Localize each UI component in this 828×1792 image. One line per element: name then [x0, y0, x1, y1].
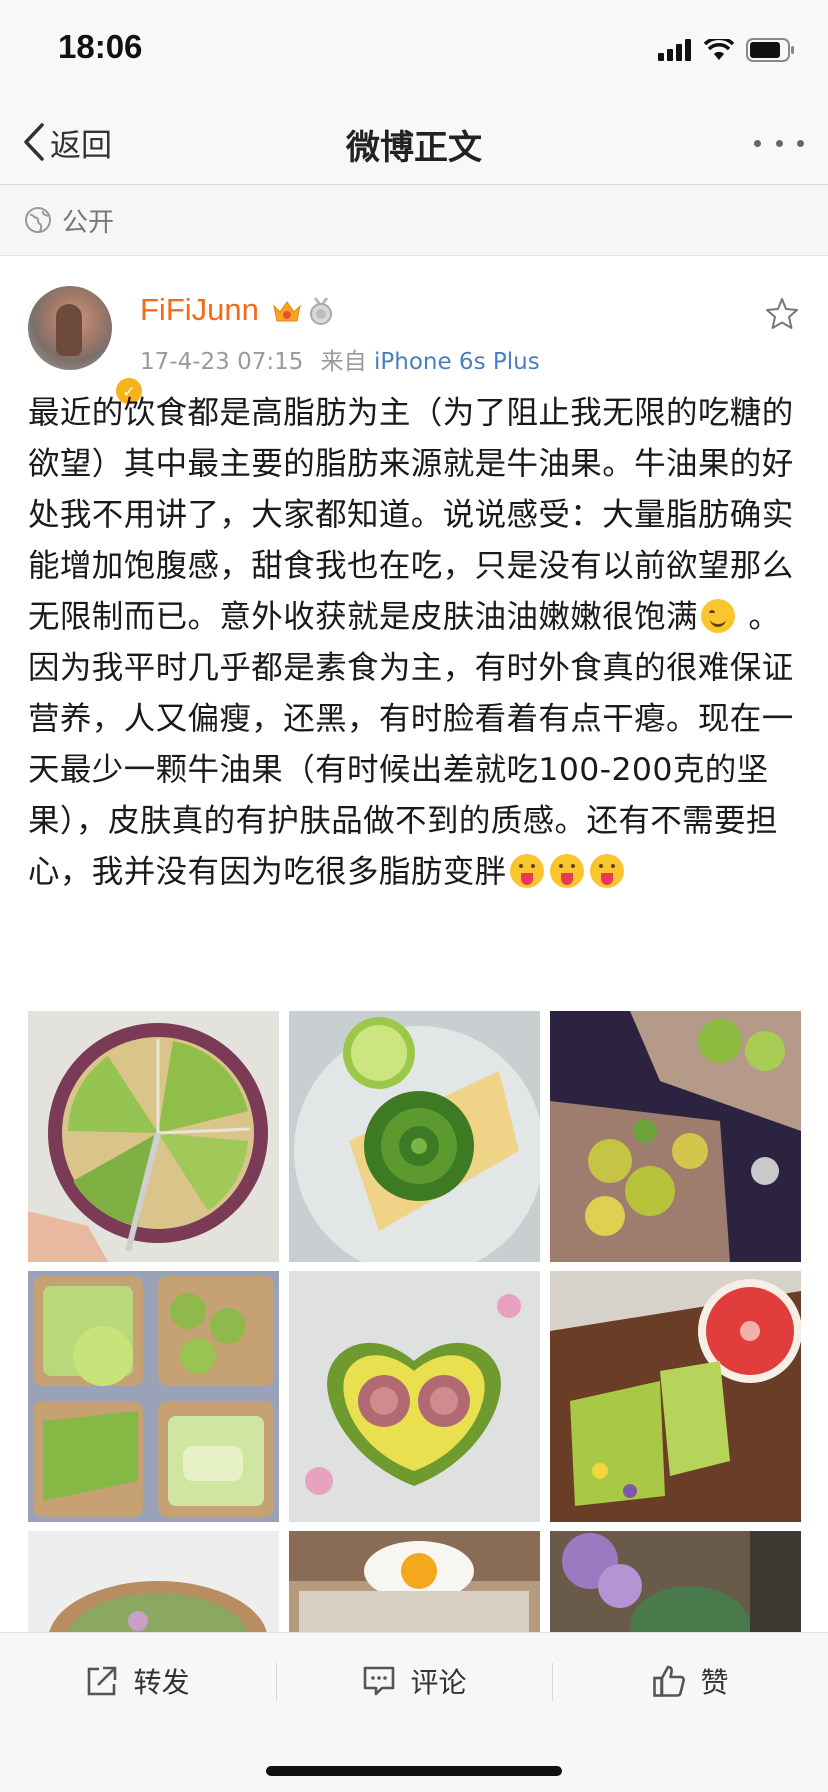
post-text-part2: 。因为我平时几乎都是素食为主，有时外食真的很难保证营养，人又偏瘦，还黑，有时脸看…: [28, 599, 794, 890]
photo-salad-toast[interactable]: [28, 1531, 279, 1632]
repost-button[interactable]: 转发: [0, 1633, 275, 1729]
like-button[interactable]: 赞: [553, 1633, 828, 1729]
status-time: 18:06: [58, 28, 143, 65]
avatar-figure-icon: [56, 304, 82, 356]
like-label: 赞: [700, 1666, 729, 1699]
post-text-part1: 最近的饮食都是高脂肪为主（为了阻止我无限的吃糖的欲望）其中最主要的脂肪来源就是牛…: [28, 395, 794, 635]
home-indicator-area: [0, 1728, 828, 1792]
crown-badge-icon: [273, 301, 301, 322]
post-source-prefix: 来自: [320, 349, 367, 375]
post-meta: 17-4-23 07:15 来自 iPhone 6s Plus: [140, 342, 540, 376]
more-dot-icon: [797, 139, 804, 147]
more-dot-icon: [775, 139, 783, 147]
visibility-label: 公开: [62, 207, 115, 238]
photo-avocado-rose-toast[interactable]: [289, 1011, 540, 1262]
post-body: 最近的饮食都是高脂肪为主（为了阻止我无限的吃糖的欲望）其中最主要的脂肪来源就是牛…: [28, 388, 806, 898]
cellular-signal-icon: [658, 39, 691, 61]
tongue-face-icon: [589, 854, 624, 888]
battery-icon: [746, 38, 794, 62]
comment-icon: [364, 1666, 395, 1696]
action-bar: 转发 评论 赞: [0, 1632, 828, 1729]
favorite-star-icon[interactable]: [764, 296, 800, 332]
photo-avocado-toast-board[interactable]: [28, 1271, 279, 1522]
username[interactable]: FiFiJunn: [140, 292, 259, 328]
more-options-button[interactable]: [754, 136, 804, 150]
home-indicator[interactable]: [266, 1766, 562, 1776]
post-timestamp: 17-4-23 07:15: [140, 349, 304, 375]
photo-flower-bowl[interactable]: [550, 1531, 801, 1632]
thumbs-up-icon: [653, 1665, 686, 1697]
smiling-face-icon: [700, 599, 735, 633]
repost-label: 转发: [133, 1666, 190, 1699]
status-bar: 18:06: [0, 0, 828, 100]
comment-button[interactable]: 评论: [277, 1633, 552, 1729]
tongue-face-icon: [549, 854, 584, 888]
tongue-face-icon: [509, 854, 544, 888]
globe-icon: [25, 207, 51, 233]
photo-avocado-heart[interactable]: [289, 1271, 540, 1522]
status-icons: [658, 34, 796, 66]
wifi-icon: [704, 39, 734, 60]
comment-label: 评论: [410, 1666, 467, 1699]
share-icon: [88, 1666, 117, 1696]
more-dot-icon: [754, 139, 761, 147]
photo-avocado-dark-toast[interactable]: [550, 1011, 801, 1262]
medal-badge-icon: [310, 297, 332, 325]
post-header: ✓ FiFiJunn 17-4-23 07:15 来自 iPhone 6s Pl…: [0, 256, 828, 406]
page-title: 微博正文: [346, 128, 482, 168]
avatar[interactable]: ✓: [28, 286, 144, 406]
photo-grapefruit-avocado-toast[interactable]: [550, 1271, 801, 1522]
photo-egg-toast[interactable]: [289, 1531, 540, 1632]
post-device-link[interactable]: iPhone 6s Plus: [374, 349, 540, 375]
visibility-row: 公开: [0, 185, 828, 256]
navigation-bar: 返回 微博正文: [0, 100, 828, 185]
photo-avocado-pizza[interactable]: [28, 1011, 279, 1262]
